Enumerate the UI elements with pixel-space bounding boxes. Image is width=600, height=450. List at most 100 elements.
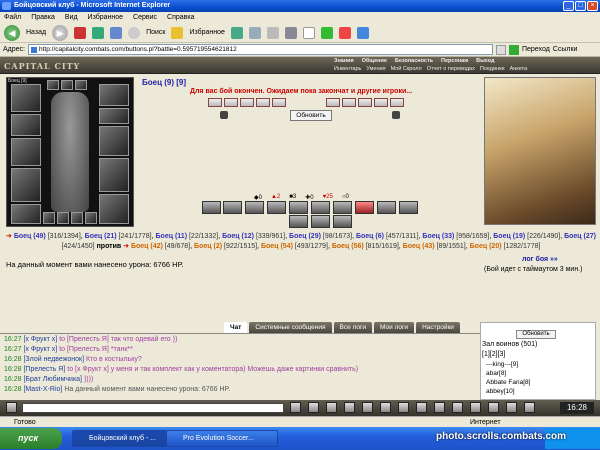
skill-slot[interactable] — [289, 201, 308, 214]
team1-fighter[interactable]: Боец (33) [958/1659] — [422, 233, 489, 240]
sound-icon[interactable] — [380, 402, 391, 413]
filter-icon[interactable] — [362, 402, 373, 413]
attack-zone-tile[interactable] — [256, 98, 270, 107]
links-label[interactable]: Ссылки — [553, 46, 578, 53]
send-icon[interactable] — [290, 402, 301, 413]
star-icon[interactable] — [171, 26, 184, 39]
nav-knowledge[interactable]: Знания — [334, 58, 354, 64]
nav-skills[interactable]: Умения — [366, 66, 385, 72]
belt-slot[interactable] — [11, 204, 41, 224]
nav-exit[interactable]: Выход — [476, 58, 494, 64]
refresh-icon[interactable] — [92, 26, 105, 39]
chat-nick[interactable]: [Прелесть Я] — [23, 366, 65, 373]
mail-icon[interactable] — [488, 402, 499, 413]
defense-zone-tile[interactable] — [326, 98, 340, 107]
friends-icon[interactable] — [452, 402, 463, 413]
menu-tools[interactable]: Сервис — [133, 12, 157, 23]
team2-fighter[interactable]: Боец (42) [49/678] — [131, 243, 190, 250]
gloves-slot[interactable] — [99, 108, 129, 124]
nav-security[interactable]: Безопасность — [395, 58, 433, 64]
team2-fighter[interactable]: Боец (43) [89/1551] — [403, 243, 466, 250]
minimize-button[interactable]: _ — [563, 1, 574, 11]
ring-slot-3[interactable] — [71, 212, 83, 224]
tab-system-messages[interactable]: Системные сообщения — [249, 322, 332, 333]
task-pes[interactable]: Pro Evolution Soccer... — [166, 430, 278, 447]
armor-slot[interactable] — [11, 168, 41, 202]
amulet-slot[interactable] — [11, 114, 41, 136]
team2-fighter[interactable]: Боец (20) [1282/1778] — [470, 243, 541, 250]
stop-icon[interactable] — [74, 26, 87, 39]
defense-zone-tile[interactable] — [358, 98, 372, 107]
weapon-slot[interactable] — [11, 138, 41, 166]
attack-zone-tile[interactable] — [240, 98, 254, 107]
skill-slot[interactable] — [202, 201, 221, 214]
go-button[interactable]: Переход — [522, 46, 550, 53]
mail-icon[interactable] — [248, 26, 261, 39]
helmet-slot[interactable] — [11, 84, 41, 112]
chat-mode-icon[interactable] — [6, 402, 17, 413]
tab-my-logs[interactable]: Мои логи — [374, 322, 415, 333]
skill-slot[interactable] — [333, 215, 352, 228]
team1-fighter[interactable]: Боец (29) [98/1673] — [289, 233, 352, 240]
hall-pages[interactable]: [1][2][3] — [482, 351, 505, 358]
forward-arrow-icon[interactable]: ▶ — [52, 24, 69, 41]
private-icon[interactable] — [398, 402, 409, 413]
smile-icon[interactable] — [308, 402, 319, 413]
edit-icon[interactable] — [284, 26, 297, 39]
search-icon[interactable] — [128, 26, 141, 39]
player-item[interactable]: Abbate Faria[8] — [486, 379, 530, 386]
menu-view[interactable]: Вид — [65, 12, 78, 23]
battle-log-link[interactable]: лог боя »» — [522, 256, 558, 263]
nav-my-scroll[interactable]: Мой Скролл — [391, 66, 422, 72]
team2-fighter[interactable]: Боец (54) [493/1279] — [261, 243, 328, 250]
skill-slot[interactable] — [311, 215, 330, 228]
skill-slot[interactable] — [355, 201, 374, 214]
chat-nick[interactable]: [Mast-X-Rio] — [23, 386, 62, 393]
defense-zone-tile[interactable] — [374, 98, 388, 107]
skill-slot[interactable] — [289, 215, 308, 228]
attack-zone-tile[interactable] — [208, 98, 222, 107]
player-item[interactable]: abbey[10] — [486, 388, 515, 395]
tab-chat[interactable]: Чат — [224, 322, 248, 333]
skill-slot[interactable] — [311, 201, 330, 214]
nav-inventory[interactable]: Инвентарь — [334, 66, 361, 72]
addon-icon[interactable] — [338, 26, 351, 39]
bag-icon[interactable] — [470, 402, 481, 413]
discuss-icon[interactable] — [302, 26, 315, 39]
address-input[interactable]: http://capitalcity.combats.com/buttons.p… — [27, 44, 493, 55]
maximize-button[interactable]: □ — [575, 1, 586, 11]
translit-icon[interactable] — [326, 402, 337, 413]
chat-nick[interactable]: [x Фрукт x] — [23, 346, 57, 353]
skill-slot[interactable] — [333, 201, 352, 214]
nav-character[interactable]: Персонаж — [441, 58, 468, 64]
search-label[interactable]: Поиск — [146, 29, 165, 36]
player-item[interactable]: abar[8] — [486, 370, 506, 377]
address-dropdown-icon[interactable] — [495, 44, 506, 55]
research-icon[interactable] — [356, 26, 369, 39]
defense-zone-tile[interactable] — [390, 98, 404, 107]
team1-fighter[interactable]: Боец (6) [457/1311] — [356, 233, 419, 240]
skill-slot[interactable] — [223, 201, 242, 214]
nav-communication[interactable]: Общение — [362, 58, 387, 64]
nav-battles[interactable]: Поединки — [480, 66, 505, 72]
back-label[interactable]: Назад — [26, 29, 46, 36]
chat-nick[interactable]: [x Фрукт x] — [23, 336, 57, 343]
tab-settings[interactable]: Настройки — [416, 322, 460, 333]
print-icon[interactable] — [266, 26, 279, 39]
ring-slot-1[interactable] — [43, 212, 55, 224]
boots-slot[interactable] — [99, 194, 129, 224]
clear-icon[interactable] — [344, 402, 355, 413]
buff-slot-3[interactable] — [75, 80, 87, 90]
chat-nick[interactable]: [Брат Любимчика] — [23, 376, 82, 383]
history-icon[interactable] — [230, 26, 243, 39]
user-icon[interactable] — [434, 402, 445, 413]
scroll-icon[interactable] — [416, 402, 427, 413]
back-arrow-icon[interactable]: ◀ — [4, 24, 20, 41]
exit-icon[interactable] — [506, 402, 517, 413]
team1-fighter[interactable]: Боец (21) [241/1778] — [85, 233, 152, 240]
nav-profile[interactable]: Анкета — [510, 66, 528, 72]
earrings-slot[interactable] — [99, 84, 129, 106]
menu-file[interactable]: Файл — [4, 12, 21, 23]
nav-transfers[interactable]: Отчет о переводах — [427, 66, 475, 72]
home-icon[interactable] — [110, 26, 123, 39]
